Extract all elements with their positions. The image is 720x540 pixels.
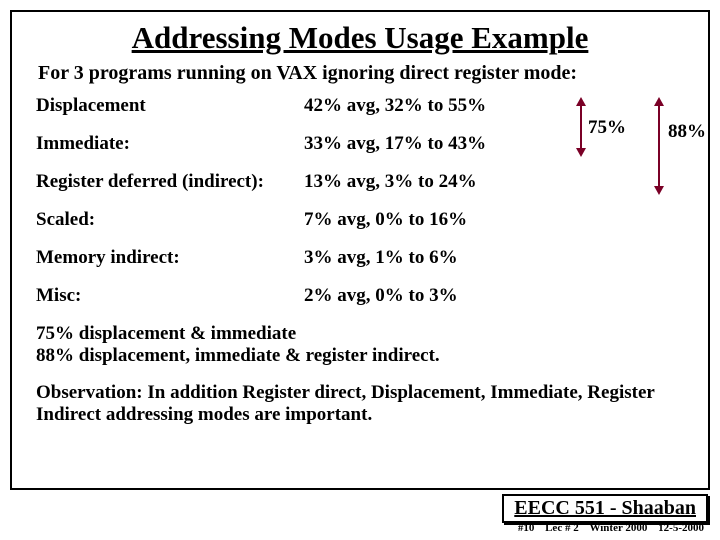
table-row: Memory indirect: 3% avg, 1% to 6% [36, 247, 688, 269]
summary-line: 75% displacement & immediate [36, 323, 688, 345]
summary-block: 75% displacement & immediate 88% displac… [36, 323, 688, 368]
mode-stat: 13% avg, 3% to 24% [304, 171, 554, 193]
slide-title: Addressing Modes Usage Example [32, 20, 688, 56]
mode-name: Memory indirect: [36, 247, 304, 269]
arrow-75 [576, 97, 586, 157]
observation-text: Observation: In addition Register direct… [36, 382, 688, 427]
attribution-box: EECC 551 - Shaaban [502, 494, 708, 523]
arrow-label-88: 88% [668, 121, 706, 143]
arrow-down-icon [576, 148, 586, 157]
table-row: Scaled: 7% avg, 0% to 16% [36, 209, 688, 231]
slide-frame: Addressing Modes Usage Example For 3 pro… [10, 10, 710, 490]
mode-name: Displacement [36, 95, 304, 117]
table-row: Misc: 2% avg, 0% to 3% [36, 285, 688, 307]
footer-date: 12-5-2000 [658, 522, 704, 534]
table-row: Register deferred (indirect): 13% avg, 3… [36, 171, 688, 193]
mode-name: Immediate: [36, 133, 304, 155]
footer-lecture: Lec # 2 [545, 522, 579, 534]
mode-name: Misc: [36, 285, 304, 307]
mode-stat: 2% avg, 0% to 3% [304, 285, 554, 307]
mode-stat: 7% avg, 0% to 16% [304, 209, 554, 231]
mode-stat: 33% avg, 17% to 43% [304, 133, 554, 155]
summary-line: 88% displacement, immediate & register i… [36, 345, 688, 367]
mode-stat: 3% avg, 1% to 6% [304, 247, 554, 269]
arrow-line [580, 106, 582, 148]
arrow-up-icon [576, 97, 586, 106]
mode-name: Register deferred (indirect): [36, 171, 304, 193]
footer-term: Winter 2000 [589, 522, 647, 534]
arrow-88 [654, 97, 664, 195]
arrow-line [658, 106, 660, 186]
slide-subtitle: For 3 programs running on VAX ignoring d… [38, 62, 688, 85]
table-row: Displacement 42% avg, 32% to 55% [36, 95, 688, 117]
arrow-up-icon [654, 97, 664, 106]
arrow-label-75: 75% [588, 117, 626, 139]
slide-footer: #10 Lec # 2 Winter 2000 12-5-2000 [510, 522, 704, 534]
modes-table: Displacement 42% avg, 32% to 55% Immedia… [36, 95, 688, 307]
mode-name: Scaled: [36, 209, 304, 231]
footer-slide-number: #10 [518, 522, 535, 534]
mode-stat: 42% avg, 32% to 55% [304, 95, 554, 117]
arrow-down-icon [654, 186, 664, 195]
